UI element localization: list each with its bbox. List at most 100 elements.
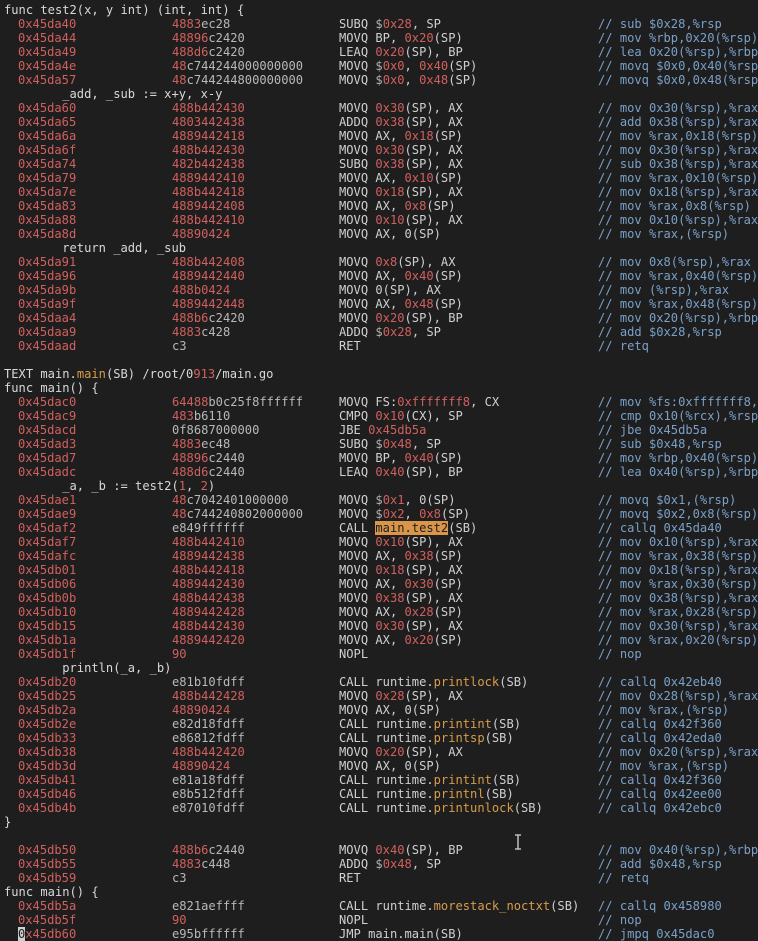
asm-row[interactable]: 0x45da88 488b442410 MOVQ 0x10(SP), AX // mo…: [0, 213, 758, 227]
assembly-part: 0x38: [375, 157, 405, 171]
asm-row[interactable]: 0x45db3d 48890424 MOVQ AX, 0(SP) // mov %ra…: [0, 759, 758, 773]
machine-code-part: c448: [201, 857, 231, 871]
assembly-part: 0x20: [375, 311, 405, 325]
gnu-syntax-comment: // retq: [598, 339, 649, 353]
machine-code-part: ec48: [201, 437, 231, 451]
asm-row[interactable]: 0x45db46 e8b512fdff CALL runtime.printnl(S…: [0, 787, 758, 801]
asm-row[interactable]: 0x45daa4 488b6c2420 MOVQ 0x20(SP), BP // mo…: [0, 311, 758, 325]
assembly-instruction: NOPL: [339, 647, 368, 661]
asm-row[interactable]: 0x45db33 e86812fdff CALL runtime.printsp(S…: [0, 731, 758, 745]
assembly-part: ,: [404, 59, 420, 73]
asm-row[interactable]: 0x45daad c3 RET // retq: [0, 339, 758, 353]
asm-row[interactable]: 0x45daf2 e849ffffff CALL main.test2(SB) // …: [0, 521, 758, 535]
asm-row[interactable]: 0x45dac0 64488b0c25f8ffffff MOVQ FS:0xffff…: [0, 395, 758, 409]
asm-row[interactable]: 0x45da7e 488b442418 MOVQ 0x18(SP), AX // mo…: [0, 185, 758, 199]
instruction-address: 0x45da57: [18, 73, 76, 87]
asm-row[interactable]: 0x45db50 488b6c2440 MOVQ 0x40(SP), BP // mo…: [0, 843, 758, 857]
source-arg-sep: ,: [186, 479, 201, 493]
asm-row[interactable]: 0x45db2a 48890424 MOVQ AX, 0(SP) // mov %ra…: [0, 703, 758, 717]
source-text: func main() {: [4, 381, 99, 395]
asm-row[interactable]: 0x45db5f 90 NOPL // nop: [0, 913, 758, 927]
assembly-part: $: [375, 73, 383, 87]
machine-code-part: 4889442428: [172, 605, 245, 619]
assembly-part: MOVQ AX,: [339, 129, 405, 143]
asm-row[interactable]: 0x45da6f 488b442430 MOVQ 0x30(SP), AX // mo…: [0, 143, 758, 157]
assembly-part: 0x38: [375, 115, 405, 129]
asm-row[interactable]: 0x45db41 e81a18fdff CALL runtime.printint(…: [0, 773, 758, 787]
asm-row[interactable]: 0x45dafc 4889442438 MOVQ AX, 0x38(SP) // mo…: [0, 549, 758, 563]
asm-row[interactable]: 0x45da40 4883ec28 SUBQ $0x28, SP // sub $0x…: [0, 17, 758, 31]
asm-row[interactable]: 0x45da9b 488b0424 MOVQ 0(SP), AX // mov (%r…: [0, 283, 758, 297]
machine-code: e87010fdff: [172, 801, 245, 815]
asm-row[interactable]: 0x45db2e e82d18fdff CALL runtime.printint(…: [0, 717, 758, 731]
asm-row[interactable]: 0x45da91 488b442408 MOVQ 0x8(SP), AX // mov…: [0, 255, 758, 269]
assembly-instruction: MOVQ AX, 0x20(SP): [339, 633, 463, 647]
asm-row[interactable]: 0x45db59 c3 RET // retq: [0, 871, 758, 885]
asm-row[interactable]: 0x45db20 e81b10fdff CALL runtime.printlock…: [0, 675, 758, 689]
asm-row[interactable]: 0x45db1f 90 NOPL // nop: [0, 647, 758, 661]
asm-row[interactable]: 0x45da9f 4889442448 MOVQ AX, 0x48(SP) // mo…: [0, 297, 758, 311]
assembly-instruction: NOPL: [339, 913, 368, 927]
assembly-part: (SB): [448, 521, 478, 535]
assembly-part: ,: [404, 73, 420, 87]
assembly-part: (SP), AX: [404, 143, 463, 157]
machine-code-part: c2440: [208, 843, 245, 857]
assembly-part: (SP), AX: [404, 185, 463, 199]
assembly-part: ,: [404, 507, 420, 521]
gnu-syntax-comment: // mov %fs:0xfffffff8,%: [598, 395, 758, 409]
source-line: func test2(x, y int) (int, int) {: [0, 3, 758, 17]
asm-row[interactable]: 0x45dadc 488d6c2440 LEAQ 0x40(SP), BP // le…: [0, 465, 758, 479]
asm-row[interactable]: 0x45db38 488b442420 MOVQ 0x20(SP), AX // mo…: [0, 745, 758, 759]
asm-row[interactable]: 0x45da8d 48890424 MOVQ AX, 0(SP) // mov %ra…: [0, 227, 758, 241]
assembly-part: CALL runtime.: [339, 675, 434, 689]
asm-row[interactable]: 0x45db60 e95bffffff JMP main.main(SB) // jm…: [0, 927, 758, 941]
source-line: _a, _b := test2(1, 2): [0, 479, 758, 493]
instruction-address: 0x45dafc: [18, 549, 76, 563]
asm-row[interactable]: 0x45db0b 488b442438 MOVQ 0x38(SP), AX // mo…: [0, 591, 758, 605]
asm-row[interactable]: 0x45da83 4889442408 MOVQ AX, 0x8(SP) // mov…: [0, 199, 758, 213]
asm-row[interactable]: 0x45da57 48c744244800000000 MOVQ $0x0, 0x4…: [0, 73, 758, 87]
assembly-part: (SB): [513, 801, 543, 815]
asm-row[interactable]: 0x45da4e 48c744244000000000 MOVQ $0x0, 0x4…: [0, 59, 758, 73]
asm-row[interactable]: 0x45da74 482b442438 SUBQ 0x38(SP), AX // su…: [0, 157, 758, 171]
asm-row[interactable]: 0x45db10 4889442428 MOVQ AX, 0x28(SP) // mo…: [0, 605, 758, 619]
asm-row[interactable]: 0x45dae9 48c744240802000000 MOVQ $0x2, 0x8…: [0, 507, 758, 521]
asm-row[interactable]: 0x45da79 4889442410 MOVQ AX, 0x10(SP) // mo…: [0, 171, 758, 185]
asm-row[interactable]: 0x45dad7 48896c2440 MOVQ BP, 0x40(SP) // mo…: [0, 451, 758, 465]
gnu-syntax-comment: // callq 0x45da40: [598, 521, 722, 535]
asm-row[interactable]: 0x45da96 4889442440 MOVQ AX, 0x40(SP) // mo…: [0, 269, 758, 283]
asm-row[interactable]: 0x45db55 4883c448 ADDQ $0x48, SP // add $0x…: [0, 857, 758, 871]
machine-code: 48c744240802000000: [172, 507, 303, 521]
asm-row[interactable]: 0x45daf7 488b442410 MOVQ 0x10(SP), AX // mo…: [0, 535, 758, 549]
text-cursor-icon: [515, 834, 521, 850]
asm-row[interactable]: 0x45dac9 483b6110 CMPQ 0x10(CX), SP // cmp …: [0, 409, 758, 423]
asm-row[interactable]: 0x45db5a e821aeffff CALL runtime.morestack…: [0, 899, 758, 913]
asm-row[interactable]: 0x45db1a 4889442420 MOVQ AX, 0x20(SP) // mo…: [0, 633, 758, 647]
asm-row[interactable]: 0x45da65 4803442438 ADDQ 0x38(SP), AX // ad…: [0, 115, 758, 129]
asm-row[interactable]: 0x45da6a 4889442418 MOVQ AX, 0x18(SP) // mo…: [0, 129, 758, 143]
asm-row[interactable]: 0x45da49 488d6c2420 LEAQ 0x20(SP), BP // le…: [0, 45, 758, 59]
machine-code-part: 488b442430: [172, 619, 245, 633]
asm-row[interactable]: 0x45dacd 0f8687000000 JBE 0x45db5a // jbe 0…: [0, 423, 758, 437]
asm-row[interactable]: 0x45dad3 4883ec48 SUBQ $0x48, SP // sub $0x…: [0, 437, 758, 451]
asm-row[interactable]: 0x45da44 48896c2420 MOVQ BP, 0x20(SP) // mo…: [0, 31, 758, 45]
asm-row[interactable]: 0x45db01 488b442418 MOVQ 0x18(SP), AX // mo…: [0, 563, 758, 577]
instruction-address: 0x45da7e: [18, 185, 76, 199]
assembly-part: JMP main.main(SB): [339, 927, 463, 941]
asm-row[interactable]: 0x45dae1 48c7042401000000 MOVQ $0x1, 0(SP)…: [0, 493, 758, 507]
asm-row[interactable]: 0x45db4b e87010fdff CALL runtime.printunlo…: [0, 801, 758, 815]
asm-row[interactable]: 0x45db06 4889442430 MOVQ AX, 0x30(SP) // mo…: [0, 577, 758, 591]
address-text: 0x45da49: [18, 45, 77, 59]
instruction-address: 0x45dad3: [18, 437, 76, 451]
asm-row[interactable]: 0x45daa9 4883c428 ADDQ $0x28, SP // add $0x…: [0, 325, 758, 339]
machine-code-part: 48: [172, 507, 187, 521]
assembly-part: (SP): [433, 129, 463, 143]
asm-row[interactable]: 0x45db15 488b442430 MOVQ 0x30(SP), AX // mo…: [0, 619, 758, 633]
assembly-part: 0x0: [382, 59, 405, 73]
address-text: 0x45da7e: [18, 185, 77, 199]
asm-row[interactable]: 0x45da60 488b442430 MOVQ 0x30(SP), AX // mo…: [0, 101, 758, 115]
disassembly-listing[interactable]: func test2(x, y int) (int, int) { 0x45da…: [0, 3, 758, 941]
assembly-part: 0x28: [375, 689, 405, 703]
assembly-instruction: MOVQ AX, 0x38(SP): [339, 549, 463, 563]
asm-row[interactable]: 0x45db25 488b442428 MOVQ 0x28(SP), AX // mo…: [0, 689, 758, 703]
